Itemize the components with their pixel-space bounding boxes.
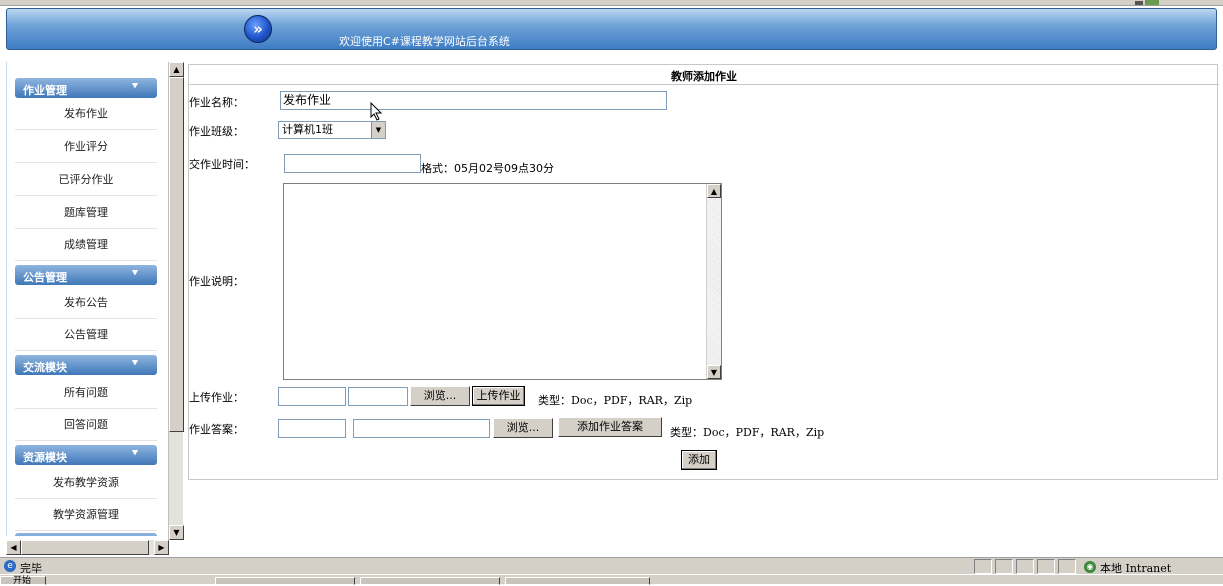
header-title: 欢迎使用C#课程教学网站后台系统 — [339, 35, 510, 48]
due-time-hint: 格式：05月02号09点30分 — [421, 162, 554, 175]
scroll-left-icon[interactable]: ◀ — [6, 540, 21, 555]
sidebar-section-label: 资源模块 — [23, 451, 67, 464]
add-homework-form: 教师添加作业 作业名称： 发布作业 作业班级： 计算机1班 ▼ 交作业时间： 格… — [188, 64, 1219, 480]
chevron-down-icon[interactable]: ▼ — [371, 122, 385, 138]
description-label: 作业说明： — [189, 275, 244, 288]
sidebar-section-label: 作业管理 — [23, 84, 67, 97]
sidebar-section-label: 公告管理 — [23, 271, 67, 284]
scroll-down-icon[interactable]: ▼ — [169, 525, 184, 540]
sidebar-section-resources[interactable]: 资源模块 ⯆ — [15, 445, 157, 465]
add-submit-button[interactable]: 添加 — [681, 450, 717, 470]
scroll-up-icon[interactable]: ▲ — [707, 184, 721, 198]
status-cell — [995, 559, 1013, 574]
chevron-down-icon: ⯆ — [131, 81, 139, 92]
sidebar-item-publish-homework[interactable]: 发布作业 — [15, 98, 157, 130]
taskbar: 开始 — [0, 574, 1223, 586]
homework-name-input[interactable]: 发布作业 — [280, 91, 667, 110]
answer-path-input[interactable] — [278, 419, 346, 438]
status-cell — [1058, 559, 1076, 574]
sidebar-item-score-management[interactable]: 成绩管理 — [15, 229, 157, 261]
form-title: 教师添加作业 — [671, 70, 737, 83]
mouse-cursor-icon — [370, 102, 383, 121]
sidebar-item-publish-announcement[interactable]: 发布公告 — [15, 287, 157, 319]
description-textarea[interactable]: ▲ ▼ — [283, 183, 722, 380]
due-time-label: 交作业时间： — [189, 158, 255, 171]
sidebar-item-question-bank[interactable]: 题库管理 — [15, 197, 157, 229]
sidebar-item-grade-homework[interactable]: 作业评分 — [15, 131, 157, 163]
window-control-icon[interactable] — [1135, 1, 1143, 5]
scroll-thumb[interactable] — [169, 77, 184, 432]
scroll-right-icon[interactable]: ▶ — [154, 540, 169, 555]
answer-file-input[interactable] — [353, 419, 490, 438]
sidebar-item-publish-resource[interactable]: 发布教学资源 — [15, 467, 157, 499]
answer-browse-button[interactable]: 浏览... — [493, 418, 553, 438]
due-time-input[interactable] — [284, 154, 421, 173]
add-answer-button[interactable]: 添加作业答案 — [558, 417, 662, 437]
upload-types-note: 类型：Doc，PDF，RAR，Zip — [538, 394, 693, 407]
upload-homework-button[interactable]: 上传作业 — [472, 386, 525, 406]
status-cell — [974, 559, 992, 574]
scroll-down-icon[interactable]: ▼ — [707, 365, 721, 379]
scroll-thumb[interactable] — [21, 540, 149, 555]
chevron-down-icon: ⯆ — [131, 448, 139, 459]
upload-homework-file-input[interactable] — [348, 387, 408, 406]
sidebar: 作业管理 ⯆ 发布作业 作业评分 已评分作业 题库管理 成绩管理 公告管理 ⯆ … — [6, 62, 165, 536]
globe-icon: ◉ — [1084, 561, 1096, 573]
upload-homework-path-input[interactable] — [278, 387, 346, 406]
browse-button[interactable]: 浏览... — [410, 386, 470, 406]
sidebar-item-resource-management[interactable]: 教学资源管理 — [15, 499, 157, 531]
sidebar-section-communication[interactable]: 交流模块 ⯆ — [15, 355, 157, 375]
chevron-down-icon: ⯆ — [131, 358, 139, 369]
window-top-strip — [0, 0, 1223, 6]
scroll-up-icon[interactable]: ▲ — [169, 62, 184, 77]
sidebar-section-partial[interactable] — [15, 533, 157, 536]
answer-types-note: 类型：Doc，PDF，RAR，Zip — [670, 426, 825, 439]
upload-homework-label: 上传作业： — [189, 391, 244, 404]
divider — [189, 84, 1219, 85]
homework-class-select[interactable]: 计算机1班 ▼ — [278, 121, 386, 139]
sidebar-item-all-questions[interactable]: 所有问题 — [15, 377, 157, 409]
homework-name-label: 作业名称： — [189, 96, 244, 109]
chevron-down-icon: ⯆ — [131, 268, 139, 279]
sidebar-section-homework[interactable]: 作业管理 ⯆ — [15, 78, 157, 98]
answer-label: 作业答案： — [189, 423, 244, 436]
status-bar: e 完毕 ◉ 本地 Intranet — [0, 557, 1223, 575]
homework-class-value: 计算机1班 — [282, 123, 333, 136]
sidebar-item-answer-questions[interactable]: 回答问题 — [15, 409, 157, 441]
sidebar-horizontal-scrollbar[interactable]: ◀ ▶ — [6, 540, 169, 555]
ie-logo-icon: e — [4, 560, 16, 572]
sidebar-section-label: 交流模块 — [23, 361, 67, 374]
sidebar-item-announcement-management[interactable]: 公告管理 — [15, 319, 157, 351]
sidebar-section-announcements[interactable]: 公告管理 ⯆ — [15, 265, 157, 285]
status-cell — [1037, 559, 1055, 574]
page-header: » 欢迎使用C#课程教学网站后台系统 — [6, 8, 1217, 50]
textarea-scrollbar[interactable]: ▲ ▼ — [706, 184, 721, 379]
logo-icon: » — [244, 15, 272, 43]
homework-class-label: 作业班级： — [189, 125, 244, 138]
status-cell — [1016, 559, 1034, 574]
sidebar-vertical-scrollbar[interactable]: ▲ ▼ — [168, 62, 184, 540]
sidebar-item-graded-homework[interactable]: 已评分作业 — [15, 164, 157, 196]
window-control-icon[interactable] — [1145, 0, 1159, 5]
